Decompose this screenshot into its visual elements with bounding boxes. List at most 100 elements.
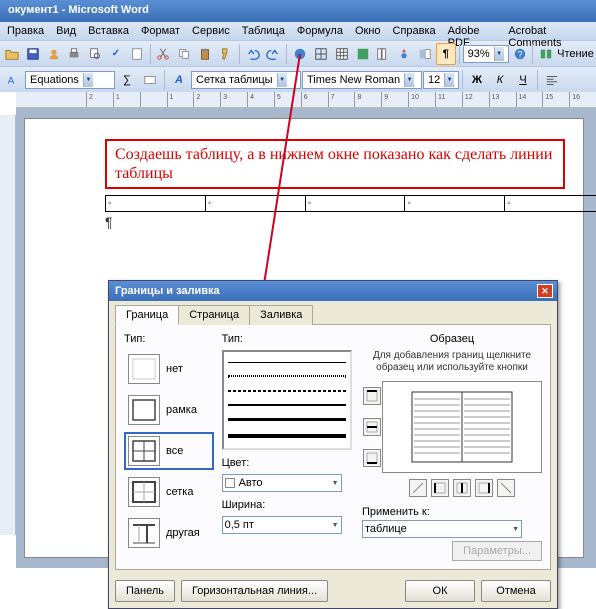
borders-shading-dialog: Границы и заливка ✕ Граница Страница Зал… [108,280,558,609]
font-combo[interactable]: Times New Roman▼ [302,71,422,89]
line-style-list[interactable] [222,350,352,450]
menu-tools[interactable]: Сервис [187,23,235,39]
copy-icon[interactable] [174,43,194,65]
table-cell: ◦ [106,196,206,212]
preview-icon[interactable] [85,43,105,65]
tab-border[interactable]: Граница [115,305,179,325]
italic-button[interactable]: К [489,69,511,91]
apply-to-label: Применить к: [362,506,542,518]
menu-acrobat[interactable]: Acrobat Comments [503,23,594,39]
table-style-combo[interactable]: Сетка таблицы▼ [191,71,301,89]
color-label: Цвет: [222,457,354,469]
type-none[interactable]: нет [124,350,214,388]
type-all[interactable]: все [124,432,214,470]
insert-table-icon[interactable] [332,43,352,65]
underline-button[interactable]: Ч [512,69,534,91]
menu-format[interactable]: Формат [136,23,185,39]
cut-icon[interactable] [154,43,174,65]
tab-page[interactable]: Страница [178,305,250,325]
menu-edit[interactable]: Правка [2,23,49,39]
bold-button[interactable]: Ж [466,69,488,91]
ok-button[interactable]: ОК [405,580,475,602]
redo-icon[interactable] [264,43,284,65]
border-hmiddle-button[interactable] [363,418,381,436]
table-cell: ◦ [305,196,405,212]
color-combo[interactable]: Авто▼ [222,474,342,492]
border-vmiddle-button[interactable] [453,479,471,497]
menu-table[interactable]: Таблица [237,23,290,39]
font-a-icon[interactable]: A [168,69,190,91]
menu-insert[interactable]: Вставка [83,23,134,39]
standard-toolbar: ✓ ¶ 93%▼ ? Чтение [0,40,596,66]
border-right-button[interactable] [475,479,493,497]
menu-window[interactable]: Окно [350,23,386,39]
zoom-combo[interactable]: 93%▼ [463,45,509,63]
menu-bar: Правка Вид Вставка Формат Сервис Таблица… [0,22,596,40]
cancel-button[interactable]: Отмена [481,580,551,602]
window-title: окумент1 - Microsoft Word [0,0,596,22]
hyperlink-icon[interactable] [290,43,310,65]
undo-icon[interactable] [243,43,263,65]
format-painter-icon[interactable] [216,43,236,65]
close-button[interactable]: ✕ [537,284,553,298]
excel-icon[interactable] [353,43,373,65]
open-icon[interactable] [2,43,22,65]
menu-formula[interactable]: Формула [292,23,348,39]
border-left-button[interactable] [431,479,449,497]
zoom-value: 93% [468,48,490,60]
show-marks-icon[interactable]: ¶ [436,43,456,65]
table-cell: ◦ [505,196,596,212]
vertical-ruler [0,115,16,535]
save-icon[interactable] [23,43,43,65]
svg-text:A: A [8,75,15,86]
read-label: Чтение [557,48,594,60]
inserted-table[interactable]: ◦ ◦ ◦ ◦ ◦ [105,195,596,212]
style-combo[interactable]: Equations▼ [25,71,115,89]
menu-adobe-pdf[interactable]: Adobe PDF [443,23,502,39]
doc-map-icon[interactable] [415,43,435,65]
panel-button[interactable]: Панель [115,580,175,602]
dialog-title: Границы и заливка [115,285,220,297]
width-combo[interactable]: 0,5 пт▼ [222,516,342,534]
type-label: Тип: [124,333,214,345]
menu-help[interactable]: Справка [388,23,441,39]
formatting-toolbar: A Equations▼ ∑ A Сетка таблицы▼ Times Ne… [0,66,596,92]
print-icon[interactable] [64,43,84,65]
svg-text:?: ? [517,49,522,59]
table-cell: ◦ [205,196,305,212]
params-button: Параметры... [452,541,542,561]
type-custom[interactable]: другая [124,514,214,552]
border-diag2-button[interactable] [497,479,515,497]
apply-to-combo[interactable]: таблице▼ [362,520,522,538]
read-mode-icon[interactable] [536,43,556,65]
preview-hint: Для добавления границ щелкните образец и… [362,350,542,374]
formula-icon[interactable]: ∑ [116,69,138,91]
width-label: Ширина: [222,499,354,511]
columns-icon[interactable] [373,43,393,65]
preview-label: Образец [362,333,542,345]
spellcheck-icon[interactable]: ✓ [106,43,126,65]
preview-sample[interactable] [382,381,542,473]
style-label: Тип: [222,333,354,345]
border-bottom-button[interactable] [363,449,381,467]
equation-icon[interactable] [139,69,161,91]
border-diag1-button[interactable] [409,479,427,497]
research-icon[interactable] [127,43,147,65]
align-left-icon[interactable] [541,69,563,91]
styles-pane-icon[interactable]: A [2,69,24,91]
help-icon[interactable]: ? [510,43,530,65]
tables-borders-icon[interactable] [311,43,331,65]
table-cell: ◦ [405,196,505,212]
size-combo[interactable]: 12▼ [423,71,459,89]
horizontal-line-button[interactable]: Горизонтальная линия... [181,580,328,602]
border-top-button[interactable] [363,387,381,405]
type-grid[interactable]: сетка [124,473,214,511]
paragraph-mark: ¶ [105,214,571,230]
menu-view[interactable]: Вид [51,23,81,39]
paste-icon[interactable] [195,43,215,65]
horizontal-ruler[interactable]: 2 1 1 2 3 4 5 6 7 8 9 10 11 12 13 14 15 … [16,92,596,108]
drawing-icon[interactable] [394,43,414,65]
tab-shading[interactable]: Заливка [249,305,313,325]
permission-icon[interactable] [44,43,64,65]
type-box[interactable]: рамка [124,391,214,429]
